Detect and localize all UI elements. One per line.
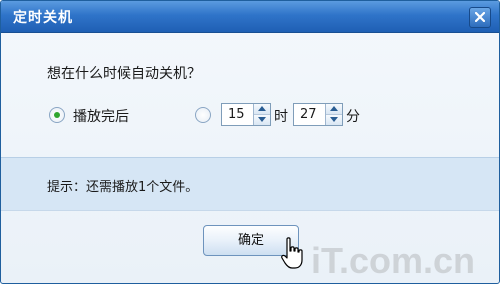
hour-unit-label: 时: [274, 109, 288, 125]
minute-spinner[interactable]: 27: [293, 103, 343, 126]
minute-unit-label: 分: [346, 109, 360, 125]
up-arrow-icon: [330, 106, 338, 111]
close-button[interactable]: [469, 7, 491, 28]
hand-cursor-icon: [281, 237, 303, 269]
down-arrow-icon: [258, 117, 266, 122]
minute-down-button[interactable]: [326, 115, 342, 125]
hour-spinner[interactable]: 15: [221, 103, 271, 126]
at-time-radio[interactable]: [195, 107, 211, 123]
minute-value[interactable]: 27: [300, 107, 317, 122]
close-icon: [475, 12, 485, 22]
title-bar[interactable]: 定时关机: [1, 1, 499, 33]
svg-text:iT.com.cn: iT.com.cn: [311, 240, 475, 281]
minute-up-button[interactable]: [326, 104, 342, 115]
shutdown-timer-dialog: 定时关机 想在什么时候自动关机？ 播放完后 15 时 27 分 提示：还需播放1…: [0, 0, 500, 284]
hour-spin-buttons: [253, 104, 270, 125]
question-label: 想在什么时候自动关机？: [47, 66, 201, 82]
watermark-logo: iT.com.cn: [311, 240, 475, 281]
hour-up-button[interactable]: [254, 104, 270, 115]
hour-down-button[interactable]: [254, 115, 270, 125]
tip-text: 提示：还需播放1个文件。: [47, 180, 199, 195]
minute-spin-buttons: [325, 104, 342, 125]
down-arrow-icon: [330, 117, 338, 122]
tip-bar: 提示：还需播放1个文件。: [1, 157, 499, 211]
up-arrow-icon: [258, 106, 266, 111]
after-playback-label[interactable]: 播放完后: [73, 106, 129, 126]
hour-value[interactable]: 15: [228, 107, 245, 122]
after-playback-radio[interactable]: [49, 107, 65, 123]
dialog-title: 定时关机: [13, 10, 73, 26]
